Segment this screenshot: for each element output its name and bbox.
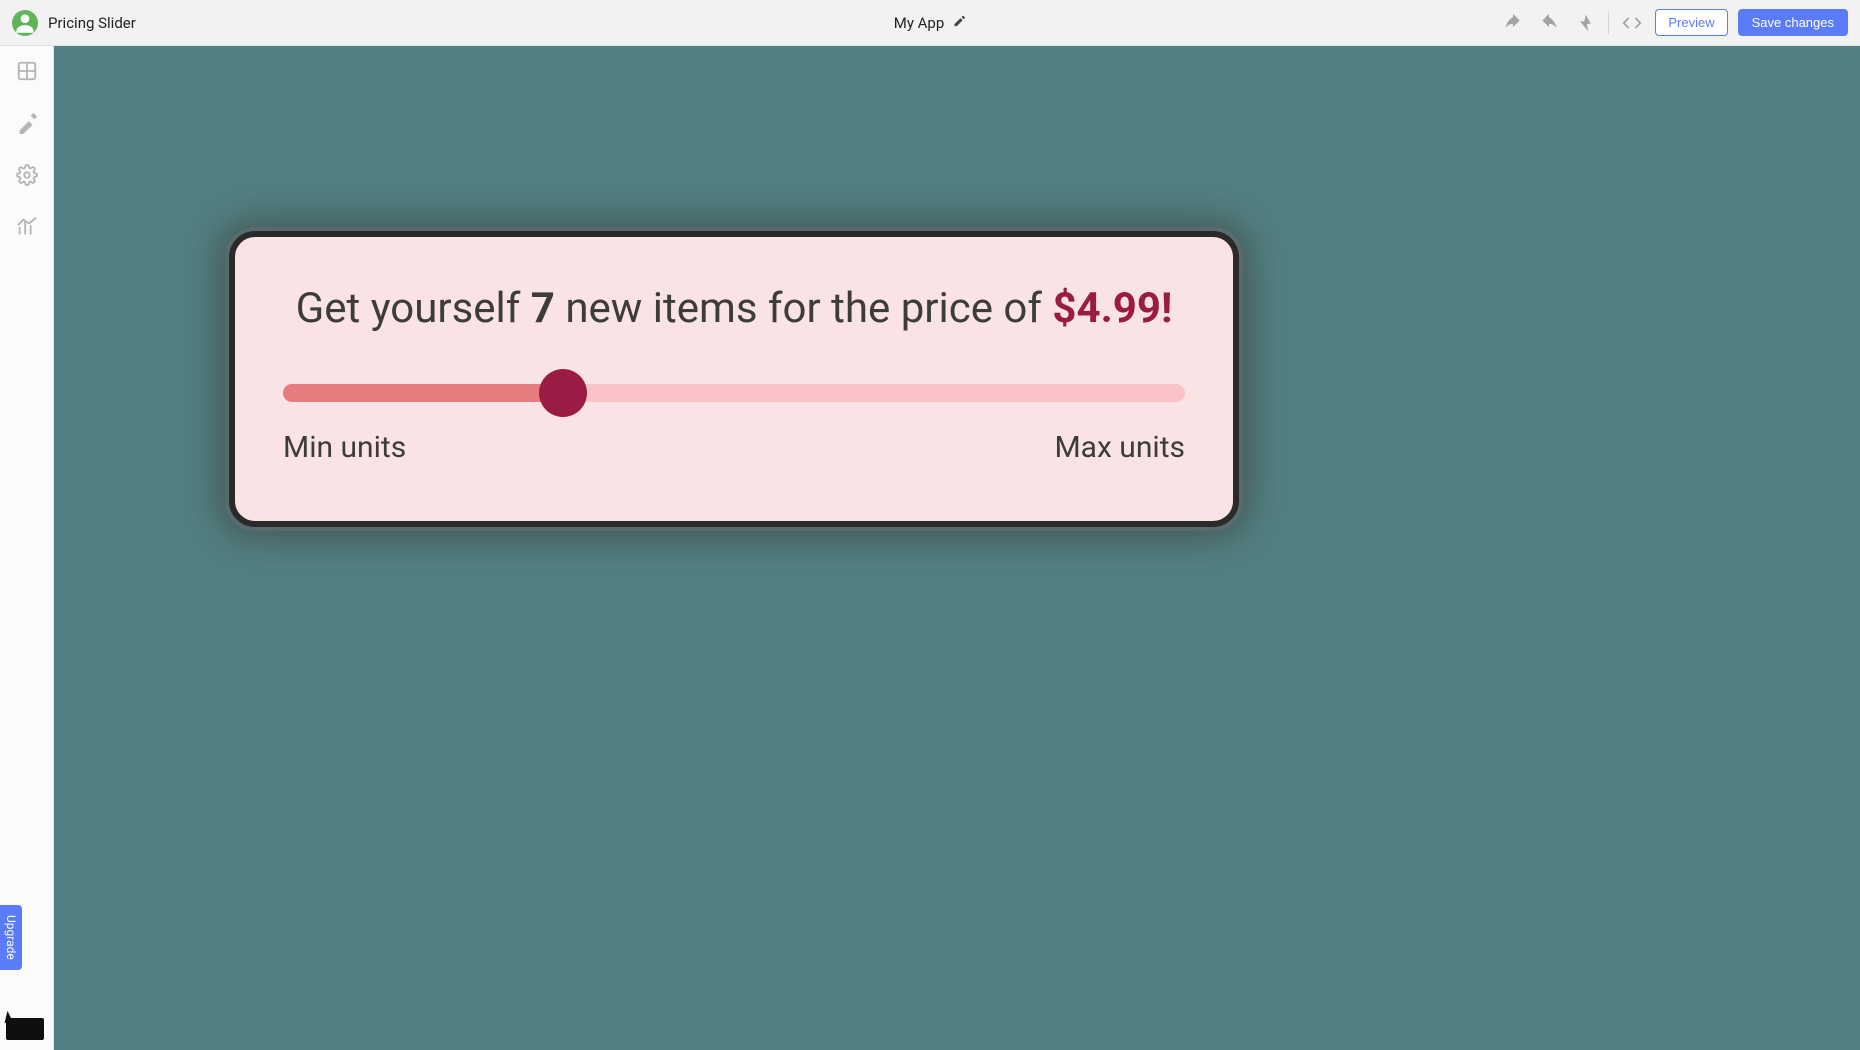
preview-button[interactable]: Preview xyxy=(1655,9,1727,36)
build-button[interactable] xyxy=(1572,10,1598,36)
user-avatar[interactable] xyxy=(12,10,38,36)
settings-icon[interactable] xyxy=(16,164,38,190)
slider-min-label: Min units xyxy=(283,430,406,465)
slider-labels: Min units Max units xyxy=(283,430,1185,465)
app-title[interactable]: My App xyxy=(894,14,945,32)
toolbar-separator xyxy=(1608,12,1609,34)
avatar-icon xyxy=(12,10,38,36)
redo-button[interactable] xyxy=(1536,10,1562,36)
headline-prefix: Get yourself xyxy=(296,284,531,333)
project-name: Pricing Slider xyxy=(48,14,136,32)
design-canvas[interactable]: Get yourself 7 new items for the price o… xyxy=(54,46,1860,1050)
upgrade-tab[interactable]: Upgrade xyxy=(0,905,22,970)
data-icon[interactable] xyxy=(16,60,38,86)
headline-price: $4.99! xyxy=(1052,284,1172,333)
headline-quantity: 7 xyxy=(531,284,555,333)
pricing-card[interactable]: Get yourself 7 new items for the price o… xyxy=(229,231,1239,527)
brand-logo[interactable] xyxy=(6,1018,44,1040)
left-rail: Upgrade xyxy=(0,46,54,1050)
units-slider[interactable]: Min units Max units xyxy=(283,384,1185,465)
top-bar-actions: Preview Save changes xyxy=(1500,9,1848,36)
slider-fill xyxy=(283,384,563,402)
pricing-headline: Get yourself 7 new items for the price o… xyxy=(283,281,1185,338)
headline-middle: new items for the price of xyxy=(555,284,1052,333)
code-view-button[interactable] xyxy=(1619,10,1645,36)
edit-title-icon[interactable] xyxy=(952,14,966,32)
pricing-card-wrapper: Get yourself 7 new items for the price o… xyxy=(229,231,1239,527)
save-button[interactable]: Save changes xyxy=(1738,9,1848,36)
top-bar: Pricing Slider My App Preview Save chang… xyxy=(0,0,1860,46)
undo-button[interactable] xyxy=(1500,10,1526,36)
slider-thumb[interactable] xyxy=(539,369,587,417)
slider-max-label: Max units xyxy=(1054,430,1185,465)
analytics-icon[interactable] xyxy=(16,216,38,242)
slider-track[interactable] xyxy=(283,384,1185,402)
app-title-group: My App xyxy=(894,14,967,32)
design-icon[interactable] xyxy=(16,112,38,138)
